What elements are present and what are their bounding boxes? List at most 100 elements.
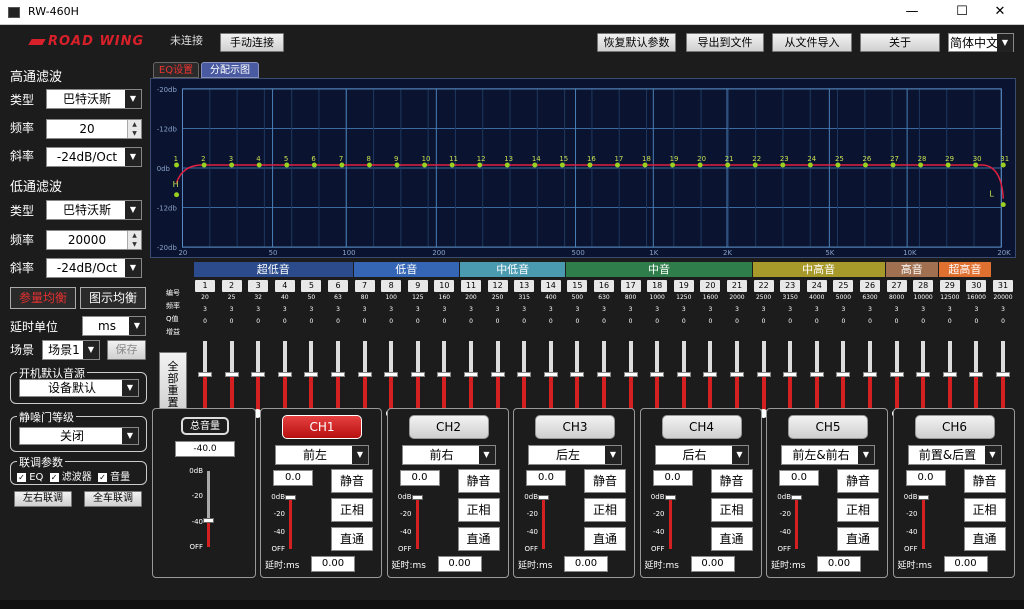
eq-band-gain[interactable]: 0 [407, 316, 429, 328]
fader-thumb[interactable] [791, 495, 802, 500]
channel-mute-button[interactable]: 静音 [710, 469, 753, 493]
eq-band-q[interactable]: 3 [566, 304, 588, 316]
eq-band-gain[interactable]: 0 [620, 316, 642, 328]
eq-band-gain[interactable]: 0 [221, 316, 243, 328]
eq-band-slider[interactable] [832, 337, 854, 419]
eq-point[interactable] [780, 162, 786, 168]
channel-position-select[interactable]: 前右 ▼ [401, 445, 496, 465]
eq-band-q[interactable]: 3 [779, 304, 801, 316]
channel-phase-button[interactable]: 正相 [837, 498, 879, 522]
eq-band-gain[interactable]: 0 [939, 316, 961, 328]
channel-select-button[interactable]: CH6 [914, 415, 995, 439]
eq-band-q[interactable]: 3 [939, 304, 961, 316]
eq-band-slider[interactable] [593, 337, 615, 419]
eq-band-q[interactable]: 3 [912, 304, 934, 316]
eq-band-number[interactable]: 23 [780, 280, 801, 292]
eq-band-number[interactable]: 18 [647, 280, 668, 292]
filter-checkbox-icon[interactable]: ✓ [49, 473, 59, 482]
eq-band-freq[interactable]: 315 [513, 292, 535, 304]
hp-type-select[interactable]: 巴特沃斯 ▼ [46, 89, 142, 109]
lp-slope-select[interactable]: -24dB/Oct ▼ [46, 258, 142, 278]
eq-band-q[interactable]: 3 [620, 304, 642, 316]
channel-fader[interactable]: 0dB -20 -40 OFF [771, 493, 811, 553]
channel-phase-button[interactable]: 正相 [584, 498, 626, 522]
eq-band-freq[interactable]: 630 [593, 292, 615, 304]
eq-band-number[interactable]: 31 [993, 280, 1013, 292]
eq-band-freq[interactable]: 2500 [753, 292, 775, 304]
lp-point[interactable] [1000, 202, 1006, 208]
eq-band-gain[interactable]: 0 [806, 316, 828, 328]
eq-band-freq[interactable]: 250 [487, 292, 509, 304]
channel-delay-value[interactable]: 0.00 [817, 556, 861, 572]
channel-delay-value[interactable]: 0.00 [437, 556, 482, 572]
eq-band-gain[interactable]: 0 [354, 316, 376, 328]
eq-point[interactable] [752, 162, 758, 168]
channel-mute-button[interactable]: 静音 [331, 469, 373, 493]
eq-band-number[interactable]: 2 [221, 280, 242, 292]
eq-band-freq[interactable]: 200 [460, 292, 482, 304]
eq-point[interactable] [477, 162, 483, 168]
scene-select[interactable]: 场景1 ▼ [42, 340, 100, 360]
channel-fader[interactable]: 0dB -20 -40 OFF [392, 493, 432, 553]
eq-point[interactable] [559, 162, 565, 168]
eq-band-number[interactable]: 13 [514, 280, 535, 292]
channel-fader[interactable]: 0dB -20 -40 OFF [898, 493, 938, 553]
channel-delay-value[interactable]: 0.00 [690, 556, 735, 572]
eq-band-slider[interactable] [460, 337, 482, 419]
eq-band-slider[interactable] [673, 337, 695, 419]
eq-band-slider[interactable] [753, 337, 775, 419]
eq-band-q[interactable]: 3 [380, 304, 402, 316]
eq-point[interactable] [725, 162, 731, 168]
eq-band-gain[interactable]: 0 [699, 316, 721, 328]
eq-band-q[interactable]: 3 [487, 304, 509, 316]
eq-band-number[interactable]: 17 [620, 280, 641, 292]
eq-band-freq[interactable]: 125 [407, 292, 429, 304]
eq-band-slider[interactable] [194, 337, 216, 419]
eq-band-freq[interactable]: 1600 [699, 292, 721, 304]
eq-point[interactable] [422, 162, 428, 168]
eq-band-gain[interactable]: 0 [460, 316, 482, 328]
eq-point[interactable] [229, 162, 235, 168]
eq-point[interactable] [311, 162, 317, 168]
eq-band-slider[interactable] [433, 337, 455, 419]
eq-band-freq[interactable]: 1000 [646, 292, 668, 304]
eq-band-q[interactable]: 3 [859, 304, 881, 316]
eq-band-q[interactable]: 3 [513, 304, 535, 316]
maximize-button[interactable]: ☐ [946, 0, 978, 25]
eq-band-gain[interactable]: 0 [274, 316, 296, 328]
eq-band-gain[interactable]: 0 [992, 316, 1014, 328]
eq-band-freq[interactable]: 4000 [806, 292, 828, 304]
eq-band-slider[interactable] [912, 337, 934, 419]
channel-position-select[interactable]: 前左 ▼ [275, 445, 369, 465]
eq-point[interactable] [835, 162, 841, 168]
eq-band-number[interactable]: 5 [301, 280, 322, 292]
param-eq-button[interactable]: 参量均衡 [10, 287, 76, 309]
eq-point[interactable] [449, 162, 455, 168]
eq-band-q[interactable]: 3 [726, 304, 748, 316]
channel-position-select[interactable]: 后左 ▼ [528, 445, 622, 465]
eq-band-freq[interactable]: 50 [300, 292, 322, 304]
language-select[interactable]: 简体中文 ▼ [948, 33, 1014, 52]
channel-gain-value[interactable]: 0.0 [399, 470, 440, 486]
eq-band-freq[interactable]: 25 [221, 292, 243, 304]
eq-point[interactable] [339, 162, 345, 168]
spin-up-icon[interactable]: ▲ [127, 231, 141, 240]
eq-band-q[interactable]: 3 [646, 304, 668, 316]
eq-band-slider[interactable] [221, 337, 243, 419]
eq-band-gain[interactable]: 0 [327, 316, 349, 328]
eq-band-number[interactable]: 12 [487, 280, 508, 292]
eq-band-slider[interactable] [274, 337, 296, 419]
eq-band-number[interactable]: 30 [966, 280, 987, 292]
export-file-button[interactable]: 导出到文件 [686, 33, 764, 52]
channel-select-button[interactable]: CH2 [408, 415, 489, 439]
eq-point[interactable] [973, 162, 979, 168]
delay-unit-select[interactable]: ms ▼ [82, 316, 146, 336]
eq-band-q[interactable]: 3 [965, 304, 987, 316]
eq-band-slider[interactable] [992, 337, 1014, 419]
eq-band-freq[interactable]: 80 [354, 292, 376, 304]
eq-band-number[interactable]: 24 [806, 280, 827, 292]
channel-gain-value[interactable]: 0.0 [905, 470, 946, 486]
eq-band-slider[interactable] [965, 337, 987, 419]
hp-point[interactable] [174, 192, 180, 198]
eq-band-q[interactable]: 3 [354, 304, 376, 316]
